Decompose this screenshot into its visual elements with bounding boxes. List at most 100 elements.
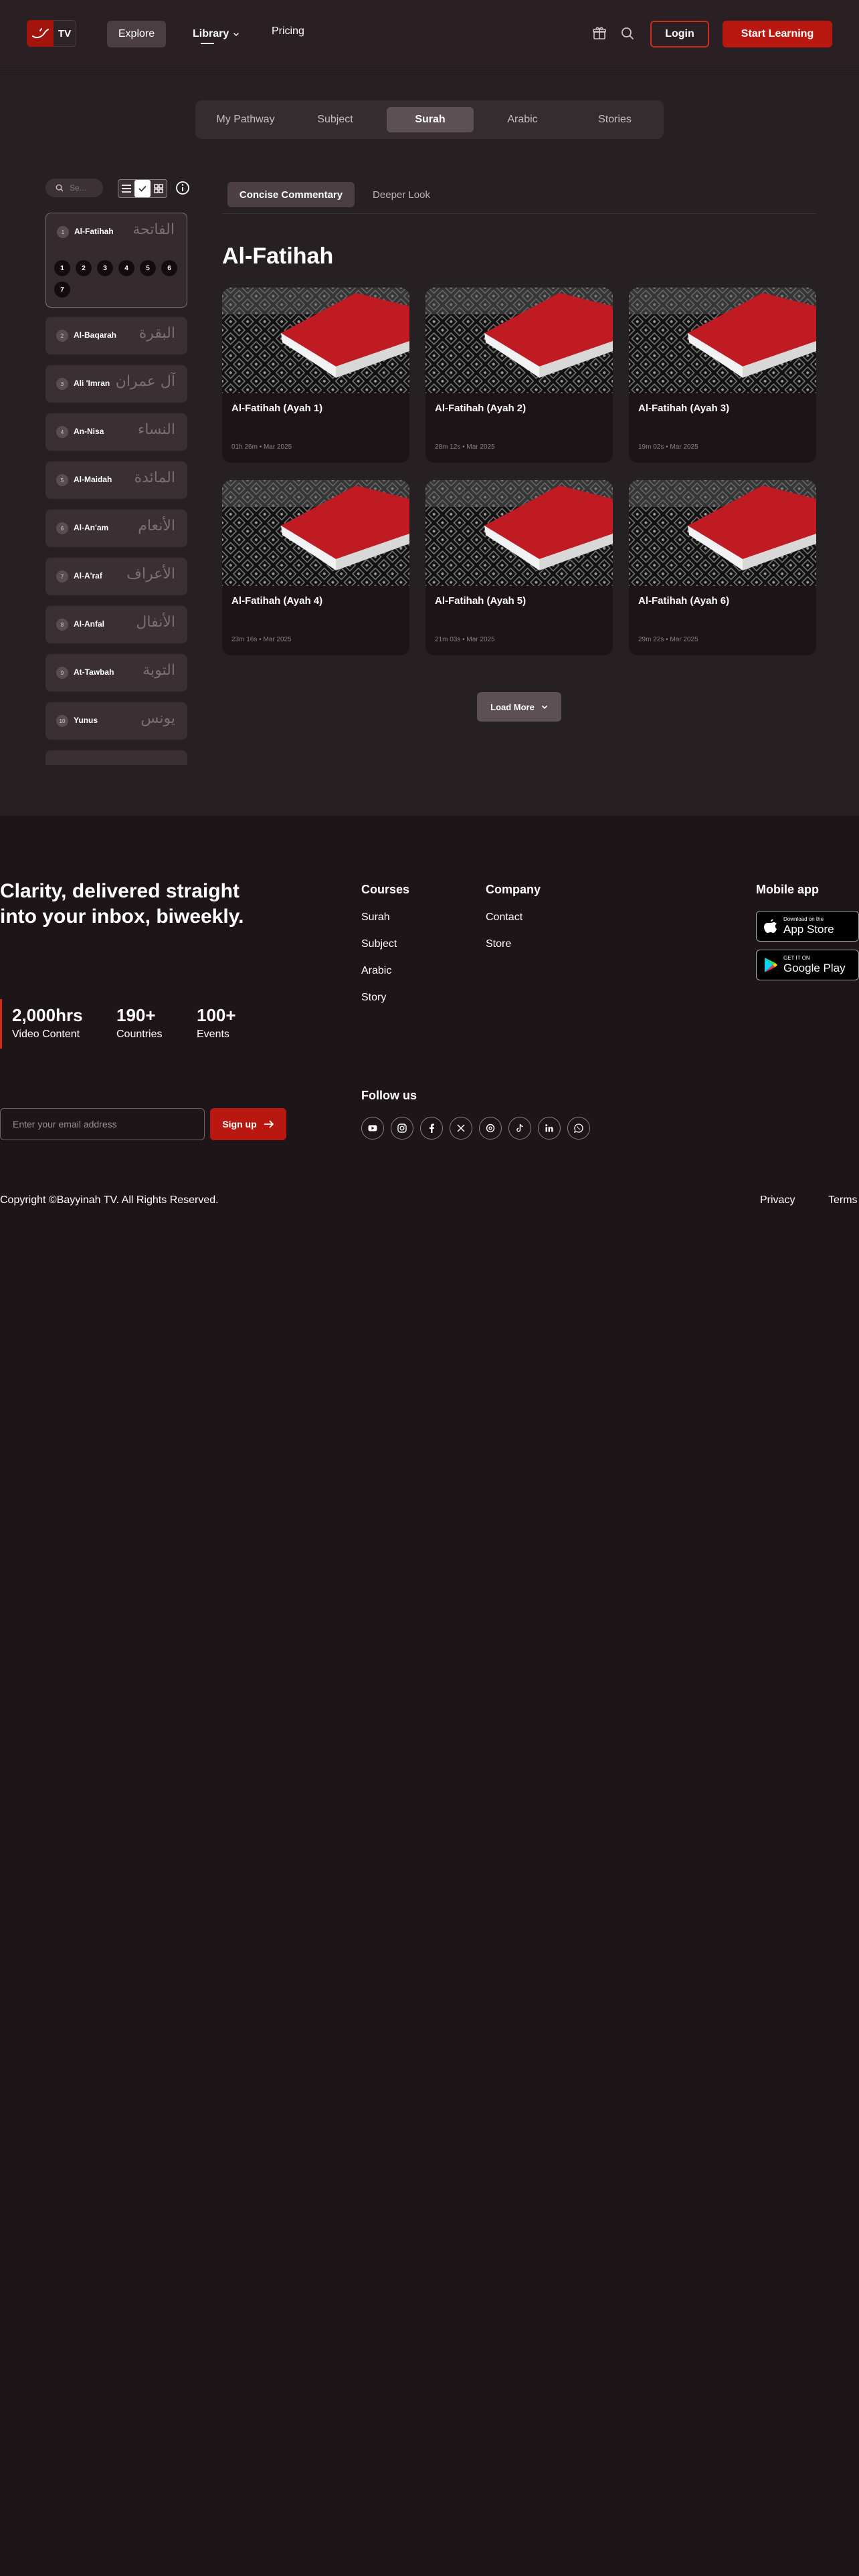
search-icon[interactable]	[619, 25, 636, 41]
surah-item-partial[interactable]	[45, 750, 187, 765]
footer-link-store[interactable]: Store	[486, 938, 511, 950]
newsletter-email-input[interactable]	[0, 1108, 205, 1140]
video-title: Al-Fatihah (Ayah 4)	[231, 595, 323, 607]
grid-icon	[154, 184, 163, 193]
video-card-ayah-3[interactable]: Al-Fatihah (Ayah 3) 19m 02s • Mar 2025	[629, 288, 816, 463]
surah-number: 8	[56, 619, 68, 631]
surah-search[interactable]	[45, 179, 103, 197]
footer-link-story[interactable]: Story	[361, 992, 386, 1004]
nav-library-label: Library	[193, 28, 229, 44]
login-button[interactable]: Login	[650, 21, 709, 47]
quran-book-thumbnail	[222, 480, 409, 586]
quran-book-thumbnail	[425, 288, 613, 393]
stat-label: Countries	[116, 1029, 163, 1040]
surah-item-ali-imran[interactable]: 3 Ali 'Imran آل عمران	[45, 365, 187, 403]
surah-item-an-nisa[interactable]: 4 An-Nisa النساء	[45, 413, 187, 451]
check-view-button[interactable]	[134, 180, 151, 197]
video-card-ayah-1[interactable]: Al-Fatihah (Ayah 1) 01h 26m • Mar 2025	[222, 288, 409, 463]
surah-name: Al-Fatihah	[74, 227, 114, 236]
ayah-chip[interactable]: 7	[54, 282, 70, 298]
logo[interactable]: TV	[27, 20, 76, 47]
surah-arabic-name: المائدة	[134, 469, 175, 486]
surah-item-al-araf[interactable]: 7 Al-A'raf الأعراف	[45, 558, 187, 595]
footer-link-subject[interactable]: Subject	[361, 938, 397, 950]
ayah-selector: 1 2 3 4 5 6 7	[54, 260, 181, 298]
ayah-chip[interactable]: 3	[97, 260, 113, 276]
quran-book-thumbnail	[629, 480, 816, 586]
ayah-chip[interactable]: 4	[118, 260, 134, 276]
video-card-ayah-2[interactable]: Al-Fatihah (Ayah 2) 28m 12s • Mar 2025	[425, 288, 613, 463]
google-play-button[interactable]: GET IT ON Google Play	[756, 950, 859, 980]
search-icon	[56, 184, 64, 192]
nav-library[interactable]: Library	[193, 25, 240, 44]
library-tabs: My Pathway Subject Surah Arabic Stories	[195, 100, 664, 139]
surah-search-input[interactable]	[70, 183, 96, 193]
surah-item-al-anam[interactable]: 6 Al-An'am الأنعام	[45, 510, 187, 547]
threads-icon[interactable]	[479, 1117, 502, 1140]
video-title: Al-Fatihah (Ayah 5)	[435, 595, 527, 607]
video-card-ayah-5[interactable]: Al-Fatihah (Ayah 5) 21m 03s • Mar 2025	[425, 480, 613, 655]
surah-number: 3	[56, 378, 68, 390]
tab-my-pathway[interactable]: My Pathway	[202, 107, 289, 132]
start-learning-button[interactable]: Start Learning	[723, 21, 832, 47]
info-icon[interactable]	[175, 181, 190, 195]
surah-item-yunus[interactable]: 10 Yunus يونس	[45, 702, 187, 740]
load-more-button[interactable]: Load More	[477, 692, 561, 722]
quran-book-thumbnail	[425, 480, 613, 586]
whatsapp-icon[interactable]	[567, 1117, 590, 1140]
gift-icon[interactable]	[591, 25, 607, 41]
courses-heading: Courses	[361, 883, 410, 896]
grid-view-button[interactable]	[151, 180, 167, 197]
tab-concise-commentary[interactable]: Concise Commentary	[227, 182, 355, 207]
surah-number: 2	[56, 330, 68, 342]
surah-arabic-name: الأعراف	[126, 566, 175, 582]
tiktok-icon[interactable]	[508, 1117, 531, 1140]
footer-link-terms[interactable]: Terms	[828, 1194, 858, 1206]
surah-number: 9	[56, 667, 68, 679]
tab-deeper-look[interactable]: Deeper Look	[361, 182, 442, 207]
nav-pricing[interactable]: Pricing	[272, 25, 304, 37]
surah-name: Al-Maidah	[74, 475, 112, 484]
chevron-down-icon	[233, 33, 240, 36]
tab-arabic[interactable]: Arabic	[479, 107, 566, 132]
footer-link-arabic[interactable]: Arabic	[361, 965, 391, 977]
footer-link-surah[interactable]: Surah	[361, 911, 390, 924]
ayah-chip[interactable]: 2	[76, 260, 92, 276]
video-meta: 01h 26m • Mar 2025	[231, 443, 292, 451]
list-view-button[interactable]	[118, 180, 134, 197]
tab-surah[interactable]: Surah	[387, 107, 474, 132]
instagram-icon[interactable]	[391, 1117, 413, 1140]
signup-button[interactable]: Sign up	[210, 1108, 286, 1140]
video-card-ayah-4[interactable]: Al-Fatihah (Ayah 4) 23m 16s • Mar 2025	[222, 480, 409, 655]
footer-link-contact[interactable]: Contact	[486, 911, 522, 924]
surah-list: 1 Al-Fatihah الفاتحة 1 2 3 4 5 6 7 2 Al-…	[45, 213, 187, 765]
tab-subject[interactable]: Subject	[292, 107, 379, 132]
app-store-button[interactable]: Download on the App Store	[756, 911, 859, 942]
stat-label: Video Content	[12, 1029, 80, 1040]
surah-name: Yunus	[74, 716, 98, 725]
nav-explore[interactable]: Explore	[107, 21, 166, 47]
stat-label: Events	[197, 1029, 229, 1040]
ayah-chip[interactable]: 5	[140, 260, 156, 276]
surah-number: 6	[56, 522, 68, 534]
surah-item-al-baqarah[interactable]: 2 Al-Baqarah البقرة	[45, 317, 187, 354]
surah-item-al-maidah[interactable]: 5 Al-Maidah المائدة	[45, 461, 187, 499]
ayah-chip[interactable]: 1	[54, 260, 70, 276]
video-meta: 19m 02s • Mar 2025	[638, 443, 698, 451]
newsletter-title: Clarity, delivered straight into your in…	[0, 880, 244, 928]
linkedin-icon[interactable]	[538, 1117, 561, 1140]
video-meta: 29m 22s • Mar 2025	[638, 636, 698, 643]
ayah-chip[interactable]: 6	[161, 260, 177, 276]
surah-item-at-tawbah[interactable]: 9 At-Tawbah التوبة	[45, 654, 187, 691]
surah-arabic-name: آل عمران	[115, 373, 175, 390]
youtube-icon[interactable]	[361, 1117, 384, 1140]
surah-item-al-anfal[interactable]: 8 Al-Anfal الأنفال	[45, 606, 187, 643]
video-card-ayah-6[interactable]: Al-Fatihah (Ayah 6) 29m 22s • Mar 2025	[629, 480, 816, 655]
footer-link-privacy[interactable]: Privacy	[760, 1194, 795, 1206]
chevron-down-icon	[541, 705, 547, 710]
video-meta: 23m 16s • Mar 2025	[231, 636, 292, 643]
surah-item-al-fatihah[interactable]: 1 Al-Fatihah الفاتحة 1 2 3 4 5 6 7	[45, 213, 187, 308]
facebook-icon[interactable]	[420, 1117, 443, 1140]
x-icon[interactable]	[450, 1117, 472, 1140]
tab-stories[interactable]: Stories	[571, 107, 658, 132]
